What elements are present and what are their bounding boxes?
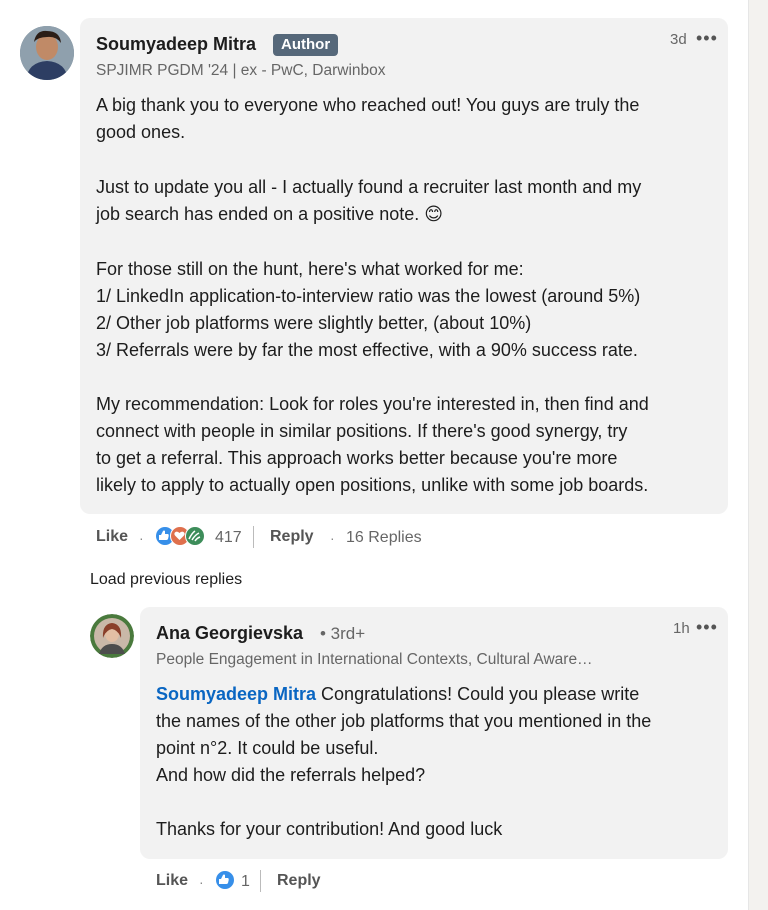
mention-link[interactable]: Soumyadeep Mitra bbox=[156, 684, 316, 704]
load-previous-replies-link[interactable]: Load previous replies bbox=[90, 571, 242, 589]
right-scroll-rail[interactable] bbox=[748, 0, 768, 910]
reply-author-headline: People Engagement in International Conte… bbox=[156, 651, 593, 668]
separator-dot: · bbox=[139, 530, 144, 546]
person-avatar-icon bbox=[90, 614, 134, 658]
reply-text: Soumyadeep Mitra Congratulations! Could … bbox=[156, 681, 651, 843]
reply-text-body: Congratulations! Could you please write … bbox=[156, 684, 652, 839]
comment-paragraph-2: Just to update you all - I actually foun… bbox=[96, 177, 642, 224]
connection-degree: • 3rd+ bbox=[320, 624, 366, 643]
comment-reply-button[interactable]: Reply bbox=[270, 528, 314, 546]
support-icon bbox=[185, 526, 205, 546]
reply-author-avatar[interactable] bbox=[90, 614, 134, 658]
author-badge: Author bbox=[273, 34, 339, 56]
action-divider bbox=[260, 870, 261, 892]
separator-dot: · bbox=[330, 530, 335, 546]
comment-like-button[interactable]: Like bbox=[96, 528, 128, 546]
comment-reaction-count[interactable]: 417 bbox=[215, 529, 242, 547]
like-icon[interactable] bbox=[215, 870, 235, 890]
author-avatar[interactable] bbox=[20, 26, 74, 80]
comment-paragraph-4: My recommendation: Look for roles you're… bbox=[96, 394, 649, 495]
comment-author-headline: SPJIMR PGDM '24 | ex - PwC, Darwinbox bbox=[96, 62, 386, 79]
comment-author-name[interactable]: Soumyadeep Mitra bbox=[96, 34, 256, 55]
more-horizontal-icon[interactable]: ••• bbox=[696, 617, 718, 638]
comment-reactions[interactable] bbox=[155, 526, 211, 548]
action-divider bbox=[253, 526, 254, 548]
reply-reaction-count[interactable]: 1 bbox=[241, 873, 250, 891]
comment-paragraph-1: A big thank you to everyone who reached … bbox=[96, 95, 640, 142]
replies-count-link[interactable]: 16 Replies bbox=[346, 529, 422, 547]
separator-dot: · bbox=[199, 874, 204, 890]
reply-like-button[interactable]: Like bbox=[156, 872, 188, 890]
reply-author-name[interactable]: Ana Georgievska bbox=[156, 623, 303, 644]
comment-timestamp: 3d bbox=[670, 31, 687, 48]
person-avatar-icon bbox=[20, 26, 74, 80]
reply-timestamp: 1h bbox=[673, 620, 690, 637]
reply-reply-button[interactable]: Reply bbox=[277, 872, 321, 890]
more-horizontal-icon[interactable]: ••• bbox=[696, 28, 718, 49]
comment-paragraph-3: For those still on the hunt, here's what… bbox=[96, 259, 641, 360]
